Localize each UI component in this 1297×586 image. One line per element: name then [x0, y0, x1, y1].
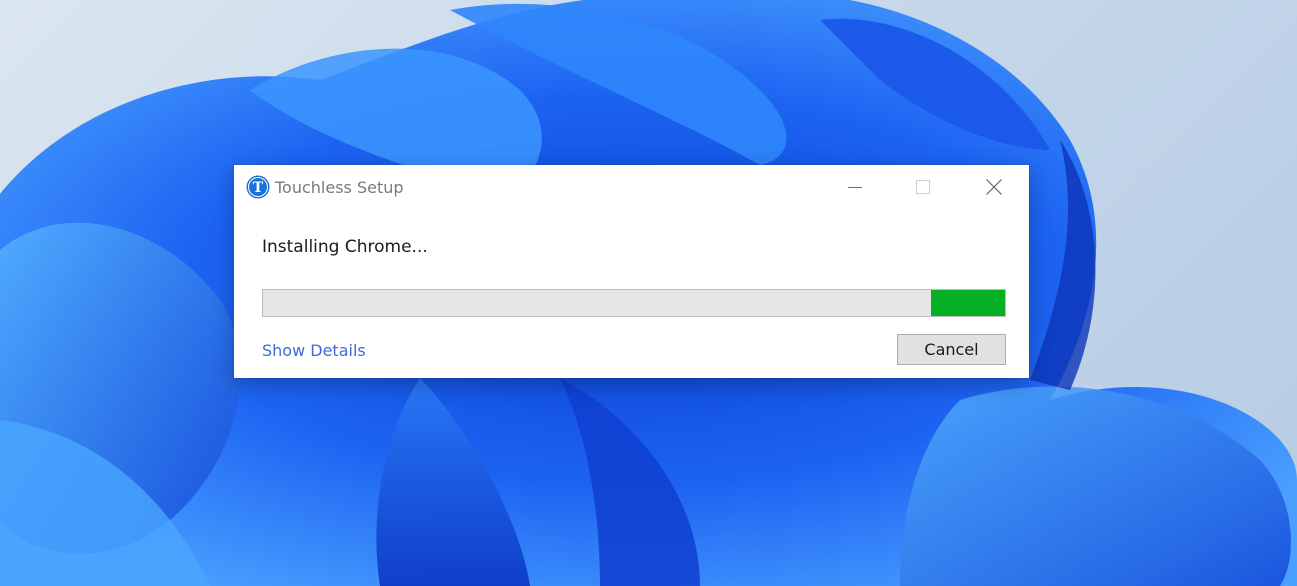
maximize-button	[900, 165, 946, 209]
show-details-link[interactable]: Show Details	[262, 341, 366, 360]
close-icon	[986, 179, 1002, 195]
desktop: T Touchless Setup Installing Chrome... S…	[0, 0, 1297, 586]
setup-dialog: T Touchless Setup Installing Chrome... S…	[234, 165, 1029, 378]
cancel-button[interactable]: Cancel	[897, 334, 1006, 365]
touchless-logo-icon: T	[246, 175, 270, 199]
window-title: Touchless Setup	[275, 178, 404, 197]
close-button[interactable]	[971, 165, 1017, 209]
title-bar[interactable]: T Touchless Setup	[234, 165, 1029, 211]
install-status-text: Installing Chrome...	[262, 237, 428, 257]
install-progress-bar	[262, 289, 1006, 317]
minimize-button[interactable]	[832, 165, 878, 209]
progress-fill	[930, 290, 1005, 316]
maximize-icon	[916, 180, 930, 194]
minimize-icon	[848, 187, 862, 188]
svg-text:T: T	[253, 180, 264, 196]
